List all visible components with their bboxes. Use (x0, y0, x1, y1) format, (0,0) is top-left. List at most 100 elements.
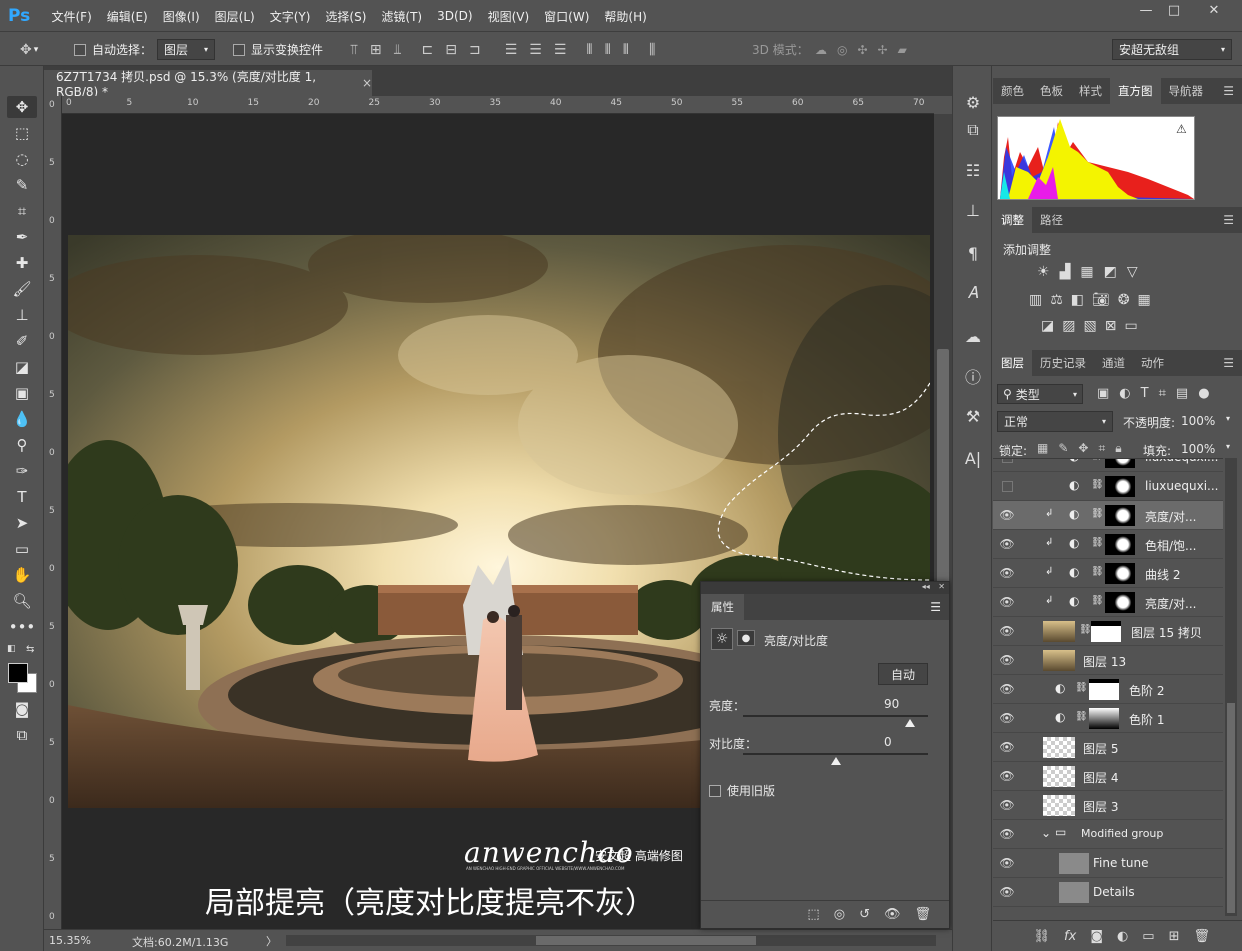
new-layer-icon[interactable]: ⊞ (1169, 929, 1180, 944)
brush-tool-icon[interactable]: 🖌 (7, 278, 37, 300)
bw-adj-icon[interactable]: ◧ (1071, 292, 1084, 308)
layer-mask-thumbnail[interactable] (1105, 476, 1135, 497)
layers-scroll-thumb[interactable] (1227, 703, 1235, 913)
layer-mask-thumbnail[interactable] (1105, 459, 1135, 468)
foreground-color-swatch[interactable] (8, 663, 28, 683)
auto-select-target-dropdown[interactable]: 图层 ▾ (157, 39, 215, 60)
brightness-slider[interactable] (743, 715, 928, 717)
chevron-down-icon[interactable]: ⌄ (1041, 826, 1051, 840)
layer-mask-thumbnail[interactable] (1091, 621, 1121, 642)
toggle-visibility-icon[interactable]: 👁︎ (884, 907, 901, 922)
zoom-level[interactable]: 15.35% (49, 934, 91, 947)
layer-row[interactable]: 👁︎ ↲ ◐ ⛓ 亮度/对... (993, 588, 1223, 617)
eraser-tool-icon[interactable]: ◪ (7, 356, 37, 378)
tab-panels.top_tabs-4[interactable]: 导航器 (1161, 78, 1212, 104)
layer-row[interactable]: 👁︎ ↲ ◐ ⛓ 曲线 2 (993, 559, 1223, 588)
brightness-contrast-icon[interactable]: ☼ (711, 628, 733, 650)
auto-select-box[interactable] (74, 43, 86, 56)
document-tab-close[interactable]: × (362, 76, 372, 90)
opacity-dropdown-icon[interactable]: ▾ (1226, 414, 1230, 423)
properties-collapse-icon[interactable]: ◂◂ (922, 582, 930, 591)
brightness-value[interactable]: 90 (884, 697, 899, 711)
distribute-vcenter-icon[interactable]: ☰ (529, 42, 542, 58)
marquee-tool-icon[interactable]: ⬚ (7, 122, 37, 144)
link-icon[interactable]: ⛓ (1091, 508, 1104, 519)
lock-position-icon[interactable]: ✥ (1078, 441, 1088, 456)
layer-mask-thumbnail[interactable] (1105, 592, 1135, 613)
tab-panels.adj_tabs-1[interactable]: 路径 (1032, 207, 1071, 233)
link-icon[interactable]: ⛓ (1091, 479, 1104, 490)
show-transform-box[interactable] (233, 43, 245, 56)
type-tool-icon[interactable]: T (7, 486, 37, 508)
clip-to-layer-icon[interactable]: ⬚ (807, 907, 819, 922)
tab-panels.layer_tabs-0[interactable]: 图层 (993, 350, 1032, 376)
layer-mask-thumbnail[interactable] (1089, 679, 1119, 700)
properties-close-icon[interactable]: ✕ (938, 582, 945, 591)
history-panel-icon[interactable]: ⚙ (961, 90, 985, 114)
layer-thumbnail[interactable] (1043, 737, 1075, 758)
reset-icon[interactable]: ↺ (859, 907, 870, 922)
distribute-left-icon[interactable]: ⦀ (586, 42, 592, 58)
menu-item[interactable]: 选择(S) (318, 8, 374, 25)
dodge-tool-icon[interactable]: ⚲ (7, 434, 37, 456)
more-tools-icon[interactable]: ••• (7, 616, 37, 638)
adjust-sliders-icon[interactable]: ☷ (961, 158, 985, 182)
eye-icon[interactable]: 👁︎ (999, 624, 1015, 638)
properties-menu-icon[interactable]: ☰ (930, 600, 941, 614)
pan-3d-icon[interactable]: ✣ (857, 43, 867, 57)
brightness-slider-knob[interactable] (904, 719, 915, 727)
visibility-toggle[interactable] (1002, 481, 1013, 492)
view-previous-icon[interactable]: ◎ (834, 907, 845, 922)
link-icon[interactable]: ⛓ (1079, 624, 1092, 635)
eye-icon[interactable]: 👁︎ (999, 537, 1015, 551)
show-transform-checkbox[interactable]: 显示变换控件 (233, 33, 323, 66)
properties-tab[interactable]: 属性 (701, 594, 744, 620)
paragraph-icon[interactable]: ¶ (961, 241, 985, 265)
distribute-right-icon[interactable]: ⦀ (623, 42, 629, 58)
layer-style-icon[interactable]: fx (1064, 929, 1076, 944)
invert-adj-icon[interactable]: ◪ (1041, 318, 1054, 334)
menu-item[interactable]: 图像(I) (155, 8, 207, 25)
tab-panels.layer_tabs-2[interactable]: 通道 (1094, 350, 1133, 376)
selective-color-adj-icon[interactable]: ⊠ (1105, 318, 1117, 334)
layer-mask-thumbnail[interactable] (1105, 534, 1135, 555)
contrast-slider[interactable] (743, 753, 928, 755)
curves-adj-icon[interactable]: ▦ (1080, 264, 1093, 280)
close-window-button[interactable]: ✕ (1200, 2, 1228, 20)
link-icon[interactable]: ⛓ (1075, 682, 1088, 693)
menu-item[interactable]: 3D(D) (430, 9, 480, 23)
document-tab[interactable]: 6Z7T1734 拷贝.psd @ 15.3% (亮度/对比度 1, RGB/8… (44, 70, 372, 99)
layer-mask-thumbnail[interactable] (1105, 563, 1135, 584)
tab-panels.top_tabs-3[interactable]: 直方图 (1110, 78, 1161, 104)
delete-layer-icon[interactable]: 🗑︎ (1193, 929, 1210, 944)
align-hcenter-icon[interactable]: ⊟ (445, 42, 457, 58)
status-menu-arrow[interactable]: 〉 (266, 933, 277, 949)
add-mask-icon[interactable]: ◙ (1090, 929, 1103, 944)
align-top-icon[interactable]: ⫪ (350, 42, 358, 58)
delete-adjustment-icon[interactable]: 🗑︎ (914, 907, 931, 922)
lock-artboard-icon[interactable]: ⌗ (1098, 441, 1105, 456)
eye-icon[interactable]: 👁︎ (999, 711, 1015, 725)
eye-icon[interactable]: 👁︎ (999, 885, 1015, 899)
tool-presets-icon[interactable]: ⚒ (961, 404, 985, 428)
quick-mask-icon[interactable]: ◙ (7, 698, 37, 720)
auto-select-checkbox[interactable]: 自动选择： (74, 33, 152, 66)
layer-row[interactable]: 👁︎ 图层 5 (993, 733, 1223, 762)
eye-icon[interactable]: 👁︎ (999, 566, 1015, 580)
workspace-dropdown[interactable]: 安超无敌组 ▾ (1112, 39, 1232, 60)
distribute-top-icon[interactable]: ☰ (505, 42, 518, 58)
info-icon[interactable]: ⓘ (961, 364, 985, 388)
auto-align-icon[interactable]: ⫼ (649, 42, 655, 58)
link-icon[interactable]: ⛓ (1091, 566, 1104, 577)
align-left-icon[interactable]: ⊏ (422, 42, 434, 58)
link-layers-icon[interactable]: ⛓ (1034, 929, 1051, 944)
photo-filter-adj-icon[interactable]: 📷︎ (1092, 292, 1110, 308)
color-lookup-adj-icon[interactable]: ▦ (1138, 292, 1151, 308)
orbit-3d-icon[interactable]: ☁ (815, 43, 827, 57)
tab-panels.top_tabs-2[interactable]: 样式 (1071, 78, 1110, 104)
hand-tool-icon[interactable]: ✋ (7, 564, 37, 586)
layer-thumbnail[interactable] (1059, 853, 1089, 874)
histogram-warning-icon[interactable]: ⚠ (1176, 122, 1187, 136)
eye-icon[interactable]: 👁︎ (999, 508, 1015, 522)
pen-tool-icon[interactable]: ✑ (7, 460, 37, 482)
